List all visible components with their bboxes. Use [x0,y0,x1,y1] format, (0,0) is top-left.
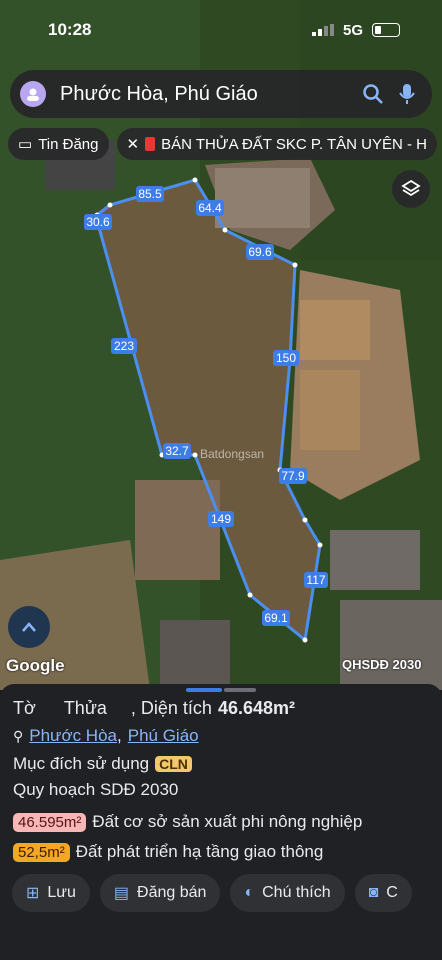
zone-row: 52,5m² Đất phát triển hạ tầng giao thông [13,842,323,862]
post-listing-button[interactable]: ▤ Đăng bán [99,874,221,912]
sheet-handle[interactable] [186,688,222,692]
title-area-value: 46.648m² [217,698,295,718]
search-input[interactable]: Phước Hòa, Phú Giáo [60,83,362,106]
parcel-label: 69.1 [264,611,288,625]
listing-chip-label: Tin Đăng [38,135,99,153]
zone-label: Đất cơ sở sản xuất phi nông nghiệp [92,812,363,831]
ward-link[interactable]: Phước Hòa [29,726,117,746]
network-type: 5G [343,22,364,39]
purpose-label: Mục đích sử dụng [13,754,150,773]
battery-icon [372,23,400,37]
listing-icon: ▭ [18,136,33,153]
cellular-signal-icon [312,24,334,36]
plan-label: Quy hoạch SDĐ 2030 [13,780,179,799]
layers-icon [401,179,421,197]
chip-row: ▭ Tin Đăng ✕ BÁN THỬA ĐẤT SKC P. TÂN UYÊ… [8,128,442,160]
listing-icon: ▤ [113,885,130,902]
zone-area-badge: 52,5m² [13,842,70,862]
save-label: Lưu [47,884,76,901]
title-prefix: Tờ [13,698,36,718]
parcel-label: 69.6 [248,245,272,259]
ad-chip[interactable]: ✕ BÁN THỬA ĐẤT SKC P. TÂN UYÊN - H [116,128,438,160]
post-listing-label: Đăng bán [137,884,207,901]
status-bar: 10:28 5G [0,0,442,60]
zone-label: Đất phát triển hạ tầng giao thông [75,842,324,861]
ad-badge-icon [145,137,156,151]
purpose-row: Mục đích sử dụng CLN [13,754,192,774]
parcel-label: 30.6 [86,215,110,229]
ad-chip-label: BÁN THỬA ĐẤT SKC P. TÂN UYÊN - H [161,135,428,153]
sheet-handle-secondary [224,688,256,692]
location-separator: , [117,726,122,745]
title-parcel: Thửa [63,698,107,718]
avatar[interactable] [20,81,46,107]
camera-button[interactable]: ◙ C [354,874,412,912]
parcel-label: 150 [276,351,296,365]
parcel-label: 64.4 [198,201,222,215]
microphone-icon[interactable] [398,83,416,105]
parcel-label: 149 [211,512,231,526]
tools-icon: ✕ [126,136,140,153]
status-time: 10:28 [48,20,92,39]
parcel-label: 223 [114,339,134,353]
zone-area-badge: 46.595m² [13,812,87,832]
collapse-button[interactable] [8,606,50,648]
chevron-up-icon [22,622,36,632]
search-bar[interactable]: Phước Hòa, Phú Giáo [10,70,432,118]
action-row: ⊞ Lưu ▤ Đăng bán ◐ Chú thích ◙ C [12,874,412,912]
purpose-code-badge: CLN [155,756,192,772]
listing-chip[interactable]: ▭ Tin Đăng [8,128,109,160]
parcel-title: Tờ Thửa , Diện tích 46.648m² [13,698,295,719]
parcel-label: 32.7 [165,444,189,458]
parcel-label: 117 [306,573,325,587]
camera-icon: ◙ [368,884,379,901]
user-icon [27,88,39,101]
layers-button[interactable] [392,170,430,208]
location-pin-icon: ⚲ [13,727,24,744]
info-sheet: Tờ Thửa , Diện tích 46.648m² ⚲ Phước Hòa… [0,684,442,960]
parcel-label: 85.5 [138,187,162,201]
legend-button[interactable]: ◐ Chú thích [230,874,345,912]
legend-label: Chú thích [262,884,331,901]
save-button[interactable]: ⊞ Lưu [12,874,90,912]
camera-label: C [386,884,398,901]
contrast-icon: ◐ [244,884,255,901]
search-icon[interactable] [362,83,384,105]
location-row: ⚲ Phước Hòa , Phú Giáo [13,726,199,746]
bookmark-add-icon: ⊞ [26,885,40,902]
map-watermark: Batdongsan [200,447,264,461]
google-logo: Google [6,656,65,675]
zone-row: 46.595m² Đất cơ sở sản xuất phi nông ngh… [13,812,362,832]
district-link[interactable]: Phú Giáo [128,726,199,746]
title-area-label: , Diện tích [130,698,212,718]
parcel-label: 77.9 [281,469,305,483]
plan-row: Quy hoạch SDĐ 2030 [13,780,178,800]
overlay-tag: QHSDĐ 2030 [342,657,422,672]
